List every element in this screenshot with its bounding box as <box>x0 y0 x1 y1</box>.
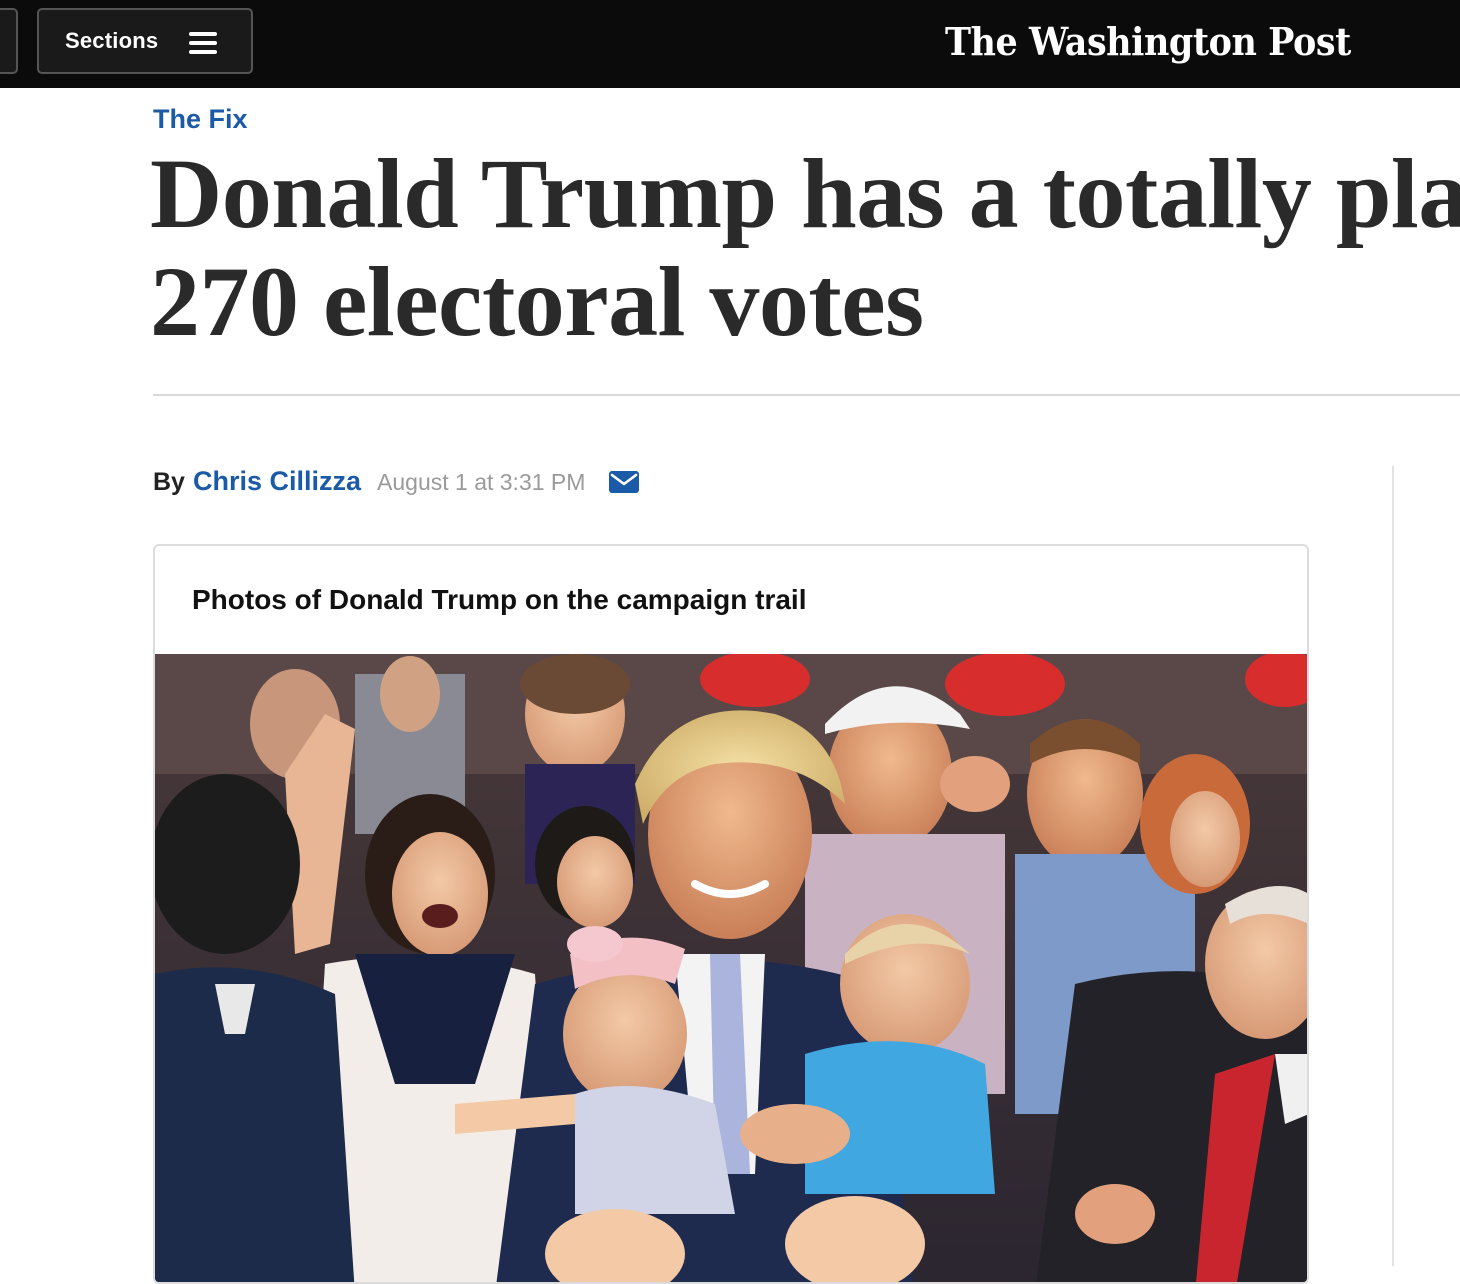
publish-timestamp: August 1 at 3:31 PM <box>377 469 586 495</box>
campaign-rally-photo[interactable] <box>155 654 1309 1284</box>
sidebar-divider <box>1392 466 1394 1266</box>
author-link[interactable]: Chris Cillizza <box>193 466 361 497</box>
mail-icon[interactable] <box>609 471 639 493</box>
section-kicker-link[interactable]: The Fix <box>153 104 248 135</box>
washington-post-logo[interactable]: The Washington Post <box>945 12 1351 72</box>
nav-left-button[interactable] <box>0 8 18 74</box>
sections-menu-button[interactable]: Sections <box>37 8 253 74</box>
sections-label: Sections <box>65 28 159 53</box>
headline-line-1: Donald Trump has a totally plau <box>150 140 1460 249</box>
byline-prefix: By <box>153 468 185 496</box>
headline-line-2: 270 electoral votes <box>150 246 924 357</box>
headline-container: Donald Trump has a totally plau 270 elec… <box>0 140 1460 370</box>
byline: By Chris Cillizza August 1 at 3:31 PM <box>153 466 607 500</box>
photo-gallery-card[interactable]: Photos of Donald Trump on the campaign t… <box>153 544 1309 1284</box>
top-nav-bar: Sections The Washington Post <box>0 0 1460 88</box>
gallery-title: Photos of Donald Trump on the campaign t… <box>192 584 807 615</box>
hamburger-icon <box>189 32 219 54</box>
header-divider <box>153 394 1460 396</box>
page-title: Donald Trump has a totally plau 270 elec… <box>150 140 1460 356</box>
